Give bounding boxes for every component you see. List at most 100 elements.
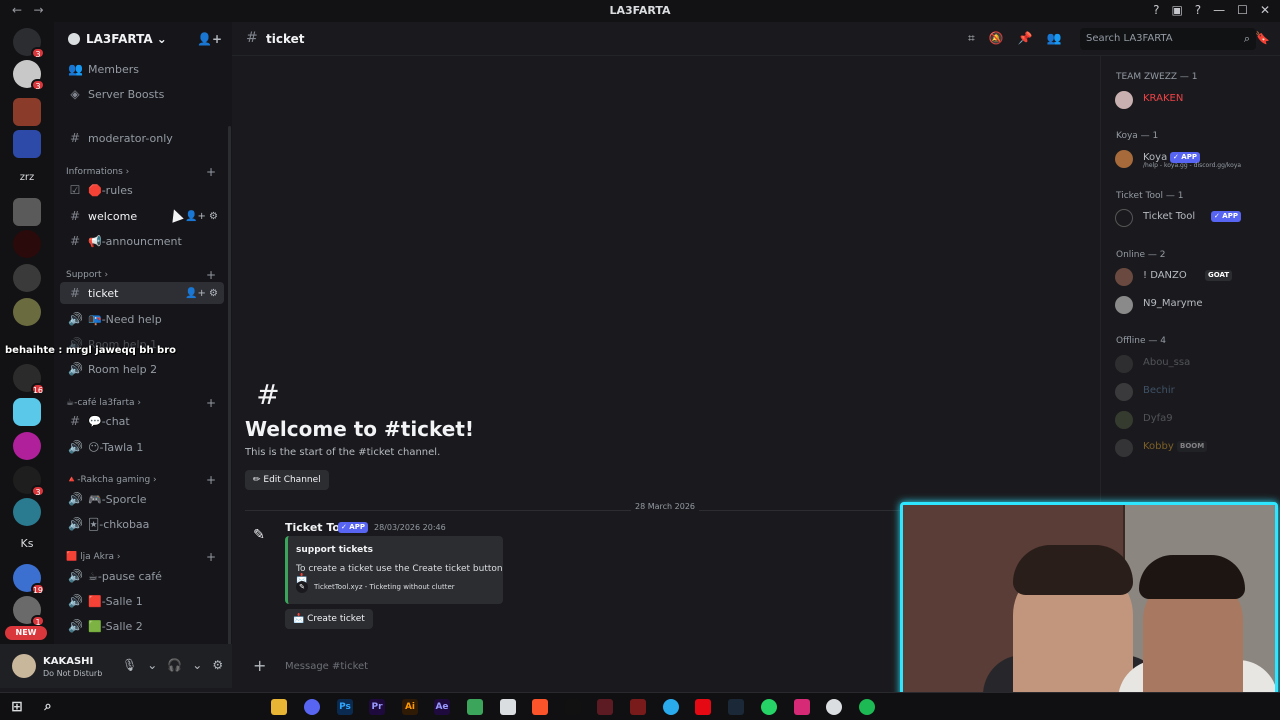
minimize-button[interactable]: — [1213,3,1225,17]
server-icon[interactable]: 3 [13,60,45,91]
category-rakcha[interactable]: 🔺-Rakcha gaming › + [66,473,216,487]
server-icon[interactable] [13,398,41,426]
premiere-icon[interactable]: Pr [369,699,385,715]
inbox-icon[interactable]: 🔖 [1255,31,1270,45]
microphone-icon[interactable]: 🎙 [122,658,137,672]
category-informations[interactable]: Informations › + [66,165,216,179]
server-zrz[interactable]: zrz [13,164,41,192]
steam-icon[interactable] [728,699,744,715]
instagram-icon[interactable] [794,699,810,715]
server-icon[interactable] [13,230,41,258]
whatsapp-icon[interactable] [761,699,777,715]
channel-ticket[interactable]: # ticket 👤+ ⚙ [60,282,224,304]
member-abou[interactable]: Abou_ssa [1115,353,1275,375]
server-ks[interactable]: Ks [13,530,41,558]
voice-salle-2[interactable]: 🔊 🟩-Salle 2 [60,615,224,637]
member-danzo[interactable]: ! DANZO GOAT [1115,266,1275,288]
message-input[interactable]: Message #ticket [285,661,368,672]
create-ticket-button[interactable]: 📩 Create ticket [285,609,373,629]
server-icon[interactable]: 3 [13,466,45,497]
invite-people-icon[interactable]: 👤+ [197,32,222,46]
brave-icon[interactable] [532,699,548,715]
close-button[interactable]: ✕ [1260,3,1270,17]
server-icon[interactable] [13,98,41,126]
photoshop-icon[interactable]: Ps [337,699,353,715]
netflix-icon[interactable] [695,699,711,715]
channel-moderator-only[interactable]: # moderator-only [60,127,224,149]
message-composer[interactable]: + Message #ticket [245,656,895,678]
member-maryme[interactable]: N9_Maryme [1115,294,1275,316]
chevron-down-icon[interactable]: ⌄ [192,658,202,672]
telegram-icon[interactable] [663,699,679,715]
file-explorer-icon[interactable] [271,699,287,715]
add-channel-icon[interactable]: + [206,550,216,564]
server-icon[interactable] [13,298,41,326]
member-dyfa9[interactable]: Dyfa9 [1115,409,1275,431]
direct-messages-icon[interactable]: 3 [13,28,45,59]
server-icon[interactable]: 19 [13,564,45,595]
edit-channel-button[interactable]: ✏ Edit Channel [245,470,329,490]
windows-start-icon[interactable]: ⊞ [9,699,25,715]
headphones-icon[interactable]: 🎧 [167,658,182,672]
voice-need-help[interactable]: 🔊 📭-Need help [60,308,224,330]
member-koya[interactable]: Koya ✓ APP/help - koya.gg - discord.gg/ko… [1115,148,1275,170]
app-icon[interactable] [630,699,646,715]
server-icon[interactable] [13,198,41,226]
server-icon[interactable] [13,432,41,460]
channel-announcment[interactable]: # 📢-announcment [60,230,224,252]
gear-icon[interactable]: ⚙ [212,658,223,672]
voice-tawla[interactable]: 🔊 😶-Tawla 1 [60,436,224,458]
add-channel-icon[interactable]: + [206,268,216,282]
add-channel-icon[interactable]: + [206,473,216,487]
voice-sporcle[interactable]: 🔊 🎮-Sporcle [60,488,224,510]
app-icon[interactable] [826,699,842,715]
after-effects-icon[interactable]: Ae [434,699,450,715]
member-ticket-tool[interactable]: Ticket Tool ✓ APP [1115,207,1275,229]
server-icon[interactable] [13,498,41,526]
help-icon[interactable]: ? [1153,3,1159,17]
spotify-icon[interactable] [859,699,875,715]
pin-icon[interactable]: 📌 [1018,31,1033,46]
tiktok-icon[interactable] [565,699,581,715]
notepad-icon[interactable] [467,699,483,715]
category-support[interactable]: Support › + [66,268,216,282]
category-akra[interactable]: 🟥 lja Akra › + [66,550,216,564]
channel-chat[interactable]: # 💬-chat [60,410,224,432]
add-attachment-icon[interactable]: + [253,656,266,675]
search-input[interactable]: Search LA3FARTA ⌕ [1080,28,1256,50]
server-header[interactable]: LA3FARTA ⌄ 👤+ [54,22,232,56]
voice-chkobaa[interactable]: 🔊 🃏-chkobaa [60,513,224,535]
member-kobby[interactable]: Kobby BOOM [1115,437,1275,459]
discord-icon[interactable] [304,699,320,715]
add-channel-icon[interactable]: + [206,396,216,410]
member-bechir[interactable]: Bechir [1115,381,1275,403]
member-list-icon[interactable]: 👥 [1047,31,1062,46]
notifications-muted-icon[interactable]: 🔕 [989,31,1004,46]
voice-pause-cafe[interactable]: 🔊 ☕-pause café [60,565,224,587]
chevron-down-icon[interactable]: ⌄ [147,658,157,672]
maximize-button[interactable]: ☐ [1237,3,1248,17]
server-icon[interactable]: 1 [13,596,45,627]
server-icon[interactable] [13,130,41,158]
inbox-icon[interactable]: ▣ [1171,3,1182,17]
help-circle-icon[interactable]: ? [1195,3,1201,17]
ticket-tool-avatar[interactable]: ✎ [246,522,272,548]
category-cafe[interactable]: ☕-café la3farta › + [66,396,216,410]
threads-icon[interactable]: ⌗ [968,31,975,46]
voice-salle-1[interactable]: 🔊 🟥-Salle 1 [60,590,224,612]
add-channel-icon[interactable]: + [206,165,216,179]
search-icon[interactable]: ⌕ [40,699,56,715]
channel-tools[interactable]: 👤+ ⚙ [185,211,218,222]
channel-rules[interactable]: ☑ 🛑-rules [60,179,224,201]
username[interactable]: KAKASHI [43,656,93,667]
member-kraken[interactable]: KRAKEN [1115,89,1275,111]
server-icon[interactable] [13,264,41,292]
channel-tools[interactable]: 👤+ ⚙ [185,288,218,299]
voice-room-help-2[interactable]: 🔊 Room help 2 [60,358,224,380]
server-icon[interactable]: 16 [13,364,45,395]
capcut-icon[interactable] [500,699,516,715]
members-link[interactable]: 👥 Members [60,58,224,80]
channel-welcome[interactable]: # welcome 👤+ ⚙ [60,205,224,227]
valorant-icon[interactable] [597,699,613,715]
server-boosts-link[interactable]: ◈ Server Boosts [60,83,224,105]
